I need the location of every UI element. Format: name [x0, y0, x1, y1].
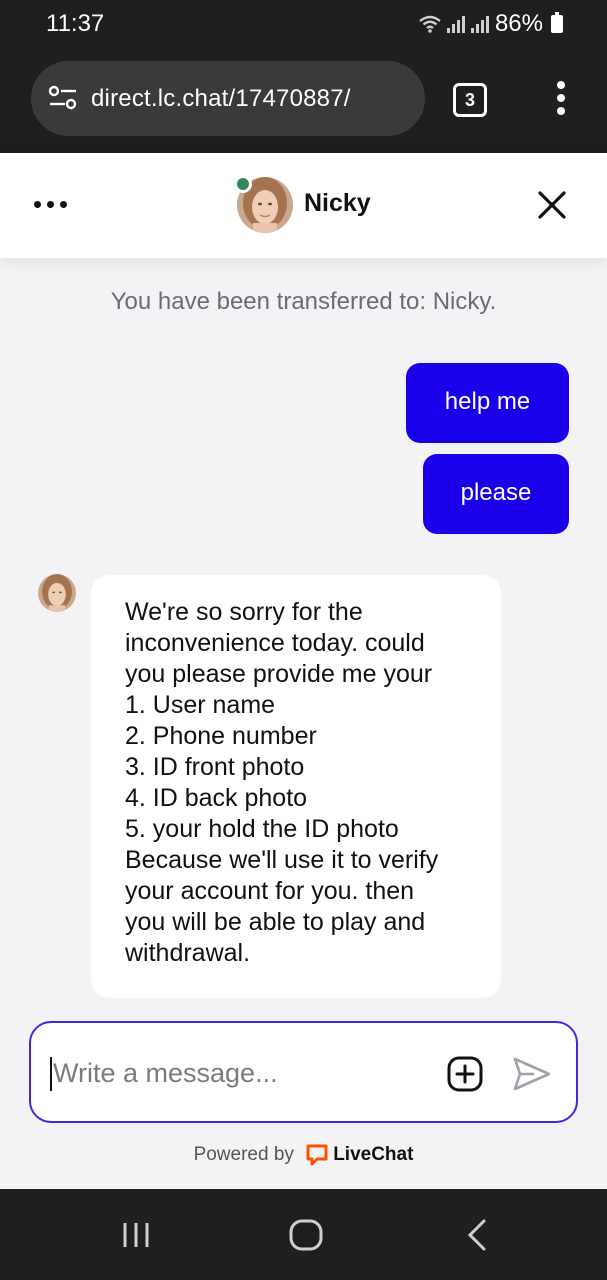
url-text[interactable]: direct.lc.chat/17470887/: [91, 85, 351, 113]
system-navigation-bar: [0, 1189, 607, 1280]
browser-toolbar: direct.lc.chat/17470887/ 3: [0, 48, 607, 153]
agent-name: Nicky: [304, 189, 371, 217]
online-status-indicator: [234, 175, 252, 193]
incoming-message: We're so sorry for the inconvenience tod…: [91, 575, 501, 998]
site-settings-icon[interactable]: [48, 85, 78, 111]
status-icons: 86%: [419, 10, 563, 38]
message-line: We're so sorry for the: [125, 598, 363, 626]
send-icon[interactable]: [511, 1053, 553, 1095]
signal-icon: [446, 15, 465, 33]
message-composer[interactable]: [29, 1021, 578, 1123]
back-icon[interactable]: [464, 1218, 490, 1252]
status-bar: 11:37 86%: [0, 0, 607, 48]
message-line: 3. ID front photo: [125, 753, 305, 781]
livechat-brand[interactable]: LiveChat: [333, 1144, 413, 1165]
message-line: your account for you. then: [125, 877, 415, 905]
battery-percentage: 86%: [494, 10, 543, 37]
status-time: 11:37: [46, 10, 105, 37]
close-icon[interactable]: [536, 189, 568, 221]
message-line: you will be able to play and: [125, 908, 426, 936]
powered-by-footer: Powered by LiveChat: [0, 1143, 607, 1167]
message-line: you please provide me your: [125, 660, 433, 688]
message-line: Because we'll use it to verify: [125, 846, 439, 874]
outgoing-message: please: [423, 454, 569, 534]
powered-by-label: Powered by: [193, 1144, 294, 1166]
livechat-logo-icon: [306, 1144, 328, 1166]
message-line: inconvenience today. could: [125, 629, 425, 657]
chat-header: Nicky: [0, 153, 607, 258]
agent-avatar: [38, 574, 76, 612]
signal-icon: [470, 15, 489, 33]
message-line: 4. ID back photo: [125, 784, 308, 812]
system-message: You have been transferred to: Nicky.: [110, 288, 497, 315]
wifi-icon: [419, 15, 441, 33]
more-vertical-icon[interactable]: [554, 81, 568, 121]
more-horizontal-icon[interactable]: [34, 201, 67, 208]
message-line: withdrawal.: [125, 939, 251, 967]
outgoing-message: help me: [406, 363, 569, 443]
message-line: 1. User name: [125, 691, 276, 719]
tab-switcher-button[interactable]: 3: [453, 83, 487, 117]
home-icon[interactable]: [288, 1218, 324, 1252]
message-line: 5. your hold the ID photo: [125, 815, 399, 843]
message-input[interactable]: [51, 1053, 431, 1093]
battery-icon: [551, 12, 563, 33]
recent-apps-icon[interactable]: [121, 1220, 151, 1250]
address-bar[interactable]: direct.lc.chat/17470887/: [31, 61, 425, 136]
message-line: 2. Phone number: [125, 722, 317, 750]
add-attachment-icon[interactable]: [446, 1055, 484, 1093]
